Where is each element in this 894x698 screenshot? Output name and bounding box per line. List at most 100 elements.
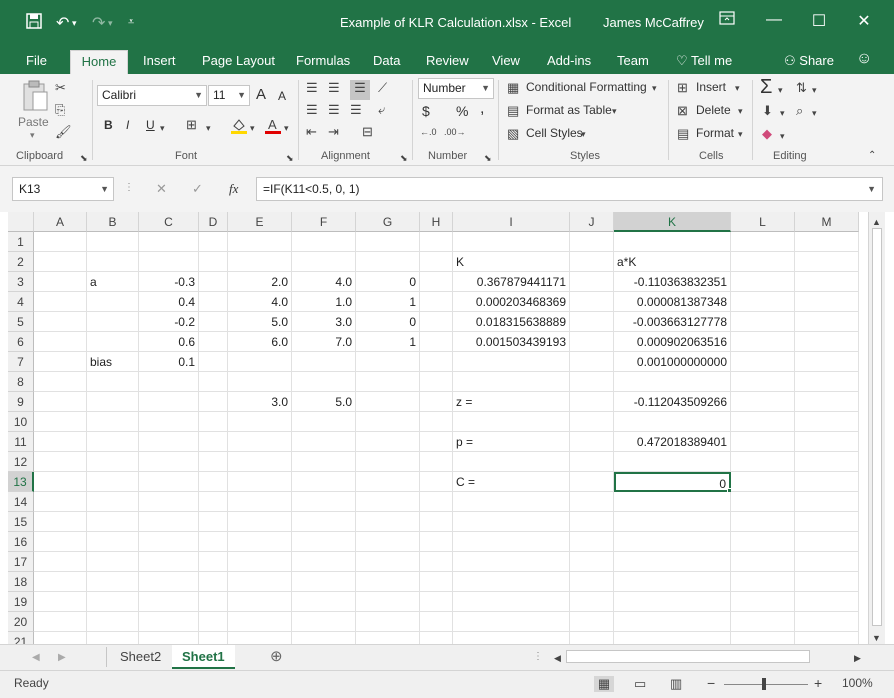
cell-g18[interactable] <box>356 572 420 592</box>
cell-m16[interactable] <box>795 532 859 552</box>
more-icon[interactable]: ⋮ <box>124 180 134 196</box>
cell-h9[interactable] <box>420 392 453 412</box>
cell-c20[interactable] <box>139 612 199 632</box>
cell-f12[interactable] <box>292 452 356 472</box>
cell-d14[interactable] <box>199 492 228 512</box>
chevron-down-icon[interactable]: ▾ <box>780 128 785 144</box>
cell-j16[interactable] <box>570 532 614 552</box>
user-name[interactable]: James McCaffrey <box>603 15 704 30</box>
font-color-dropdown-icon[interactable]: ▾ <box>284 120 289 136</box>
cell-b18[interactable] <box>87 572 139 592</box>
cell-e15[interactable] <box>228 512 292 532</box>
cell-c5[interactable]: -0.2 <box>139 312 199 332</box>
page-layout-view-icon[interactable]: ▭ <box>634 676 646 692</box>
row-header-18[interactable]: 18 <box>8 572 34 592</box>
cell-g10[interactable] <box>356 412 420 432</box>
chevron-down-icon[interactable]: ▾ <box>652 80 657 96</box>
cell-a6[interactable] <box>34 332 87 352</box>
fill-icon[interactable]: ⬇ <box>762 103 773 119</box>
row-header-20[interactable]: 20 <box>8 612 34 632</box>
cell-i12[interactable] <box>453 452 570 472</box>
cell-e19[interactable] <box>228 592 292 612</box>
cell-a12[interactable] <box>34 452 87 472</box>
cell-b2[interactable] <box>87 252 139 272</box>
cell-e16[interactable] <box>228 532 292 552</box>
cell-b17[interactable] <box>87 552 139 572</box>
cell-a11[interactable] <box>34 432 87 452</box>
cell-m1[interactable] <box>795 232 859 252</box>
cell-m4[interactable] <box>795 292 859 312</box>
row-header-21[interactable]: 21 <box>8 632 34 644</box>
cell-k12[interactable] <box>614 452 731 472</box>
cell-f10[interactable] <box>292 412 356 432</box>
column-header-e[interactable]: E <box>228 212 292 232</box>
cell-c10[interactable] <box>139 412 199 432</box>
cell-d18[interactable] <box>199 572 228 592</box>
cell-d21[interactable] <box>199 632 228 644</box>
more-icon[interactable]: ⋮ <box>533 649 543 665</box>
cell-k7[interactable]: 0.001000000000 <box>614 352 731 372</box>
cell-d4[interactable] <box>199 292 228 312</box>
cell-h16[interactable] <box>420 532 453 552</box>
zoom-slider-thumb[interactable] <box>762 678 766 690</box>
delete-cells-icon[interactable]: ⊠ <box>677 103 688 119</box>
select-all-corner[interactable] <box>8 212 34 232</box>
cell-d19[interactable] <box>199 592 228 612</box>
cell-styles-icon[interactable]: ▧ <box>507 126 519 142</box>
undo-dropdown-icon[interactable]: ▾ <box>72 18 77 29</box>
cell-b5[interactable] <box>87 312 139 332</box>
cell-j10[interactable] <box>570 412 614 432</box>
cell-k19[interactable] <box>614 592 731 612</box>
font-color-icon[interactable]: A <box>264 116 282 138</box>
cell-k8[interactable] <box>614 372 731 392</box>
collapse-ribbon-icon[interactable]: ⌃ <box>868 148 876 164</box>
save-icon[interactable] <box>26 13 42 34</box>
cell-j9[interactable] <box>570 392 614 412</box>
cell-k9[interactable]: -0.112043509266 <box>614 392 731 412</box>
cell-b10[interactable] <box>87 412 139 432</box>
find-select-icon[interactable]: ⌕ <box>796 103 803 119</box>
cell-l21[interactable] <box>731 632 795 644</box>
cell-j20[interactable] <box>570 612 614 632</box>
cell-a5[interactable] <box>34 312 87 332</box>
cell-j6[interactable] <box>570 332 614 352</box>
sort-filter-icon[interactable]: ⇅ <box>796 80 807 96</box>
cell-d13[interactable] <box>199 472 228 492</box>
cell-f15[interactable] <box>292 512 356 532</box>
worksheet-grid[interactable]: A B C D E F G H I J K L M 1 2 Ka*K 3 a -0.3 2.0 4.0 0 0.367879… <box>8 212 868 644</box>
cell-j5[interactable] <box>570 312 614 332</box>
cell-g12[interactable] <box>356 452 420 472</box>
cell-j19[interactable] <box>570 592 614 612</box>
cell-c3[interactable]: -0.3 <box>139 272 199 292</box>
format-as-table-button[interactable]: Format as Table <box>526 103 612 117</box>
cell-i10[interactable] <box>453 412 570 432</box>
cell-m8[interactable] <box>795 372 859 392</box>
wrap-text-icon[interactable]: ⤶ <box>378 102 385 118</box>
cell-l11[interactable] <box>731 432 795 452</box>
cell-m21[interactable] <box>795 632 859 644</box>
cell-d15[interactable] <box>199 512 228 532</box>
cell-g8[interactable] <box>356 372 420 392</box>
cell-k5[interactable]: -0.003663127778 <box>614 312 731 332</box>
cell-f3[interactable]: 4.0 <box>292 272 356 292</box>
tab-home[interactable]: Home <box>70 50 128 74</box>
cell-i9[interactable]: z = <box>453 392 570 412</box>
cell-e18[interactable] <box>228 572 292 592</box>
cell-g15[interactable] <box>356 512 420 532</box>
cell-h3[interactable] <box>420 272 453 292</box>
chevron-down-icon[interactable]: ▾ <box>738 103 743 119</box>
cell-k4[interactable]: 0.000081387348 <box>614 292 731 312</box>
cell-c14[interactable] <box>139 492 199 512</box>
cell-j21[interactable] <box>570 632 614 644</box>
cell-i8[interactable] <box>453 372 570 392</box>
format-cells-button[interactable]: Format <box>696 126 734 140</box>
cancel-icon[interactable]: ✕ <box>156 181 167 197</box>
chevron-down-icon[interactable]: ▾ <box>778 82 783 98</box>
cell-g16[interactable] <box>356 532 420 552</box>
cell-f6[interactable]: 7.0 <box>292 332 356 352</box>
cell-k6[interactable]: 0.000902063516 <box>614 332 731 352</box>
cell-h7[interactable] <box>420 352 453 372</box>
cell-l12[interactable] <box>731 452 795 472</box>
cell-g19[interactable] <box>356 592 420 612</box>
sheet-tab-sheet2[interactable]: Sheet2 <box>110 645 171 669</box>
